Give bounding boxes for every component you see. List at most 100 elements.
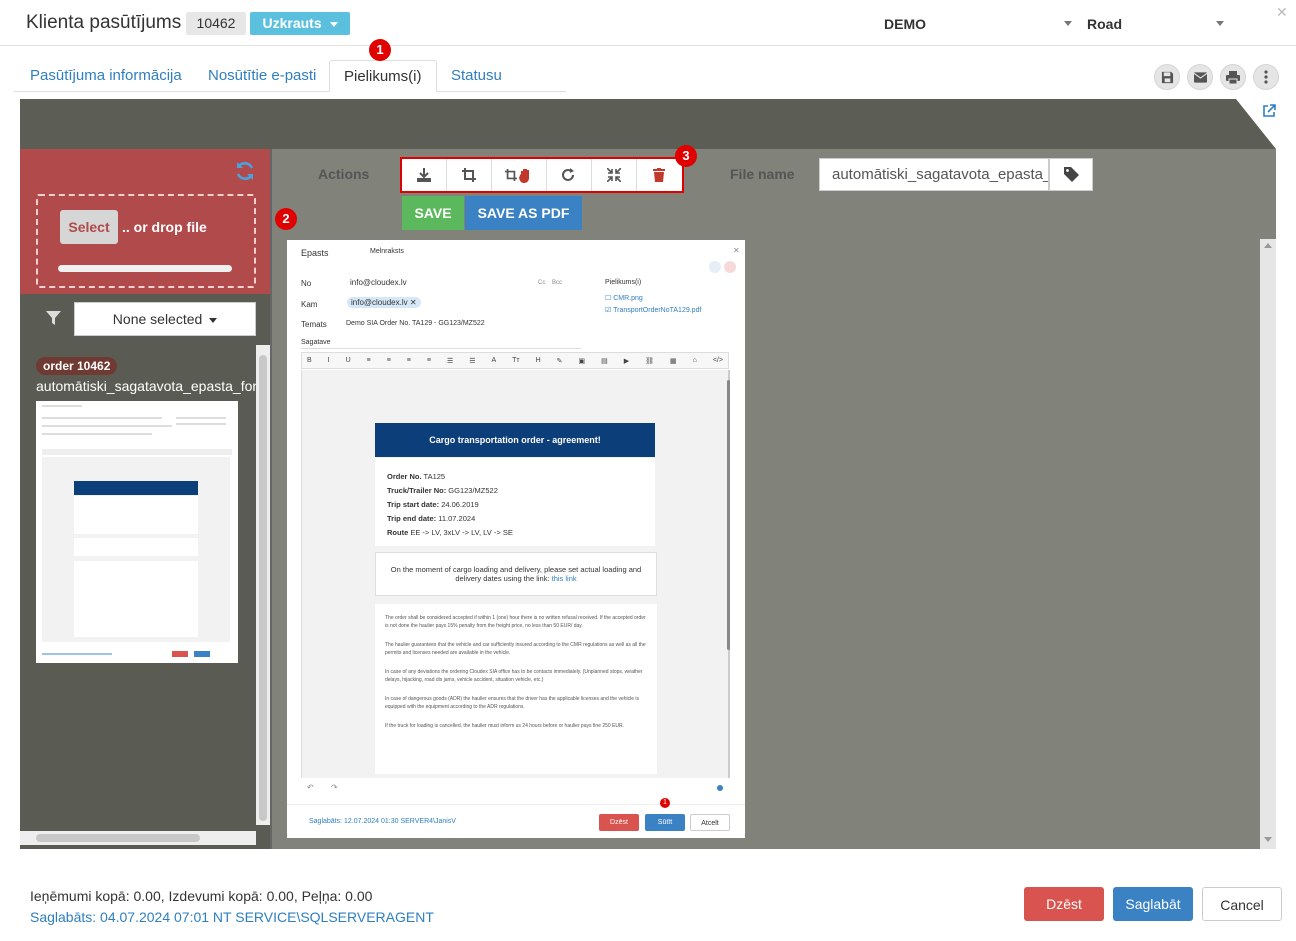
preview-tab-draft: Melnraksts [370, 248, 404, 255]
file-list-vertical-scrollbar[interactable] [256, 345, 270, 825]
preview-attachments-label: Pielikums(i) [605, 279, 642, 286]
editor-vertical-scrollbar[interactable] [1260, 239, 1276, 849]
transport-value: Road [1087, 16, 1122, 32]
crop-icon [505, 169, 518, 181]
callout-badge-2: 2 [275, 208, 297, 230]
download-button[interactable] [402, 159, 448, 191]
tab-sent-emails[interactable]: Nosūtītie e-pasti [194, 60, 330, 92]
delete-button[interactable]: Dzēst [1024, 887, 1104, 921]
preview-trash-icon [724, 261, 736, 273]
tab-attachments[interactable]: Pielikums(i) [329, 60, 437, 92]
scroll-down-arrow-icon[interactable] [1264, 837, 1272, 842]
edit-toolbar [400, 157, 684, 193]
preview-terms: The order shall be considered accepted i… [375, 604, 657, 774]
file-drop-zone[interactable]: Select .. or drop file [36, 194, 256, 288]
scroll-up-arrow-icon[interactable] [1264, 243, 1272, 248]
attachment-preview[interactable]: Epasts Melnraksts ✕ No info@cloudex.lv C… [287, 240, 745, 838]
preview-cc: Cc [538, 280, 546, 286]
cancel-button[interactable]: Cancel [1202, 887, 1282, 921]
preview-rich-toolbar: B I U ≡ ≡ ≡ ≡ ☰ ☰ A Tᴛ H ✎ ▣ ▤ ▶ ⛓ ▦ ⌂ </> [301, 352, 729, 369]
upload-progress-bar [58, 265, 232, 272]
envelope-icon [1193, 71, 1207, 83]
shrink-button[interactable] [592, 159, 637, 191]
preview-help-icon [717, 785, 723, 791]
crop-button[interactable] [447, 159, 493, 191]
close-icon[interactable]: ✕ [1276, 4, 1288, 21]
preview-banner: Cargo transportation order - agreement! [375, 423, 655, 457]
preview-email-body: Cargo transportation order - agreement! … [301, 370, 730, 778]
transport-select[interactable]: Road [1087, 16, 1122, 32]
external-link-icon[interactable] [1262, 104, 1276, 123]
preview-to-label: Kam [301, 300, 318, 309]
preview-delete-button: Dzēst [599, 814, 639, 831]
filter-select[interactable]: None selected [74, 302, 256, 336]
kebab-menu-icon [1264, 70, 1268, 84]
header: Klienta pasūtījums 10462 Uzkrauts DEMO R… [0, 0, 1296, 46]
preview-template-label: Sagatave [301, 339, 331, 346]
manual-crop-button[interactable] [492, 159, 547, 191]
file-name-input[interactable]: automātiski_sagatavota_epasta_ [819, 158, 1049, 191]
save-round-button[interactable] [1154, 64, 1180, 90]
order-chip: order 10462 [36, 357, 118, 375]
more-round-button[interactable] [1253, 64, 1279, 90]
order-number-badge: 10462 [186, 12, 246, 35]
preview-from-label: No [301, 279, 312, 288]
status-dropdown[interactable]: Uzkrauts [250, 12, 350, 35]
preview-send-icon [709, 261, 721, 273]
preview-send-button: Sūtīt [645, 814, 685, 831]
file-list: order 10462 automātiski_sagatavota_epast… [20, 345, 270, 849]
preview-attachment-1: ☐ CMR.png [605, 295, 643, 302]
drop-file-text: .. or drop file [122, 219, 207, 235]
saved-info-text: Saglabāts: 04.07.2024 07:01 NT SERVICE\S… [30, 909, 434, 925]
crop-icon [462, 168, 477, 182]
floppy-icon [1161, 71, 1173, 83]
caret-down-icon [209, 317, 218, 323]
status-label: Uzkrauts [262, 15, 322, 31]
tab-bar: Pasūtījuma informācija Nosūtītie e-pasti… [14, 60, 566, 116]
file-thumbnail[interactable] [36, 401, 238, 663]
preview-redo-icon: ↷ [331, 783, 338, 792]
preview-undo-icon: ↶ [307, 783, 314, 792]
preview-notice: On the moment of cargo loading and deliv… [375, 552, 657, 596]
delete-file-button[interactable] [637, 159, 682, 191]
download-icon [417, 168, 432, 182]
preview-attachment-2: ☑ TransportOrderNoTA129.pdf [605, 307, 702, 314]
refresh-icon[interactable] [234, 160, 256, 187]
actions-label: Actions [318, 166, 370, 182]
preview-cancel-button: Atcelt [690, 814, 730, 831]
upload-area: Select .. or drop file [20, 149, 270, 294]
company-select[interactable]: DEMO [884, 16, 926, 32]
file-name-label: File name [730, 166, 795, 182]
caret-down-icon [329, 21, 338, 27]
tab-order-info[interactable]: Pasūtījuma informācija [16, 60, 196, 92]
file-list-item-name[interactable]: automātiski_sagatavota_epasta_forma [36, 378, 270, 394]
workspace-top-band [20, 99, 1276, 149]
transport-caret-icon[interactable] [1216, 21, 1224, 26]
printer-icon [1226, 70, 1240, 84]
email-round-button[interactable] [1187, 64, 1213, 90]
preview-send-badge: 1 [660, 798, 670, 808]
file-list-horizontal-scrollbar[interactable] [20, 831, 256, 845]
preview-subject-label: Temats [301, 320, 327, 329]
select-file-button[interactable]: Select [60, 210, 118, 244]
save-order-button[interactable]: Saglabāt [1113, 887, 1193, 921]
save-as-pdf-button[interactable]: SAVE AS PDF [465, 196, 582, 230]
filter-row: None selected [20, 299, 270, 336]
tag-button[interactable] [1049, 158, 1093, 191]
tab-status-history[interactable]: Statusu vēsture [437, 60, 566, 116]
company-caret-icon[interactable] [1064, 21, 1072, 26]
filter-value: None selected [112, 311, 203, 327]
preview-subject-value: Demo SIA Order No. TA129 - GG123/MZ522 [346, 320, 485, 327]
save-button[interactable]: SAVE [402, 196, 464, 230]
hand-icon [519, 168, 530, 183]
preview-to-chip: info@cloudex.lv ✕ [347, 297, 421, 308]
preview-close-icon: ✕ [733, 246, 740, 255]
rotate-button[interactable] [547, 159, 592, 191]
file-panel: Select .. or drop file None selected ord… [20, 149, 270, 849]
preview-order-details: Order No. TA125 Truck/Trailer No: GG123/… [375, 458, 655, 546]
preview-to-value: info@cloudex.lv [351, 298, 408, 307]
trash-icon [653, 168, 666, 182]
company-value: DEMO [884, 16, 926, 32]
page-title: Klienta pasūtījums [26, 12, 182, 33]
print-round-button[interactable] [1220, 64, 1246, 90]
